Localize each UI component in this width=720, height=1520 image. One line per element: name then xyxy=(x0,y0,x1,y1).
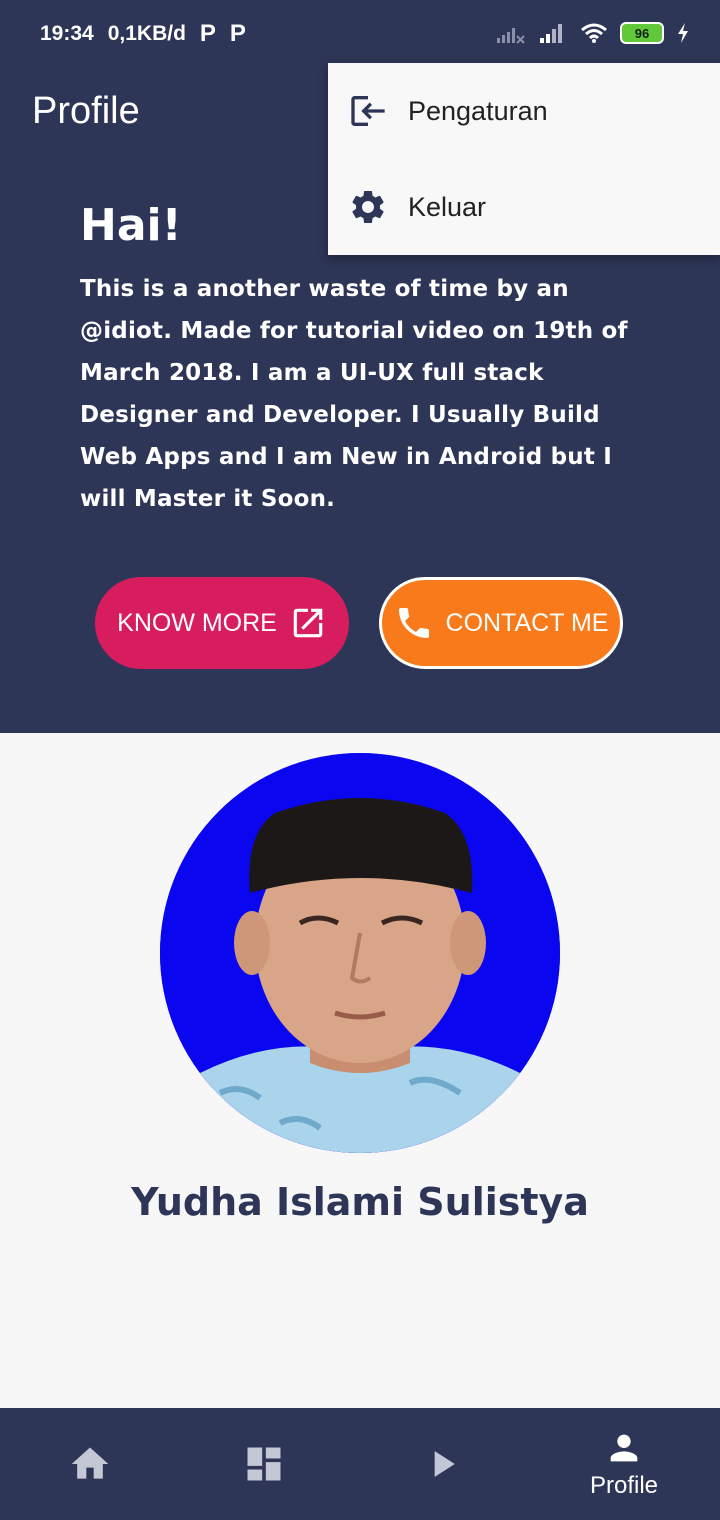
page-title: Profile xyxy=(32,90,140,132)
charging-icon xyxy=(678,23,688,43)
nav-item-home[interactable] xyxy=(0,1408,180,1520)
battery-icon: 96 xyxy=(620,22,664,44)
profile-photo xyxy=(160,753,560,1153)
home-icon xyxy=(71,1447,109,1479)
menu-item-label: Pengaturan xyxy=(408,95,548,126)
contact-me-button[interactable]: CONTACT ME xyxy=(379,577,623,669)
know-more-label: KNOW MORE xyxy=(117,608,277,637)
contact-me-label: CONTACT ME xyxy=(445,608,609,637)
overflow-menu: Pengaturan Keluar xyxy=(328,63,720,255)
notification-p-icon: P xyxy=(199,20,216,47)
menu-item-pengaturan[interactable]: Pengaturan xyxy=(328,63,720,159)
dashboard-icon xyxy=(247,1447,281,1481)
status-time: 19:34 xyxy=(40,22,94,45)
notification-p-icon: P xyxy=(229,20,246,47)
know-more-button[interactable]: KNOW MORE xyxy=(95,577,349,669)
nav-item-dashboard[interactable] xyxy=(174,1408,354,1520)
play-icon xyxy=(434,1451,455,1477)
wifi-icon xyxy=(581,23,607,43)
profile-name: Yudha Islami Sulistya xyxy=(131,1180,589,1224)
greeting-heading: Hai! xyxy=(80,200,182,251)
phone-icon xyxy=(398,608,429,638)
avatar xyxy=(160,753,560,1153)
nav-item-profile[interactable]: Profile xyxy=(534,1408,714,1520)
open-in-new-icon xyxy=(293,608,323,638)
login-icon xyxy=(351,96,385,126)
status-right: 96 xyxy=(496,22,690,44)
bio-text: This is a another waste of time by an @i… xyxy=(80,276,628,512)
nav-item-label: Profile xyxy=(589,1472,659,1499)
status-bar: 19:34 0,1KB/d P P 96 xyxy=(0,0,720,70)
signal-icon-no-service xyxy=(497,28,525,44)
nav-item-play[interactable] xyxy=(352,1408,532,1520)
gear-icon xyxy=(352,191,384,223)
menu-item-keluar[interactable]: Keluar xyxy=(328,159,720,255)
bottom-navigation: Profile xyxy=(0,1408,720,1520)
person-icon xyxy=(610,1434,638,1462)
profile-screen: 19:34 0,1KB/d P P 96 Profile Hai! This i… xyxy=(0,0,720,1520)
menu-item-label: Keluar xyxy=(408,191,487,222)
status-left: 19:34 0,1KB/d P P xyxy=(40,20,246,48)
signal-icon xyxy=(540,24,562,43)
status-data-rate: 0,1KB/d xyxy=(107,22,186,45)
